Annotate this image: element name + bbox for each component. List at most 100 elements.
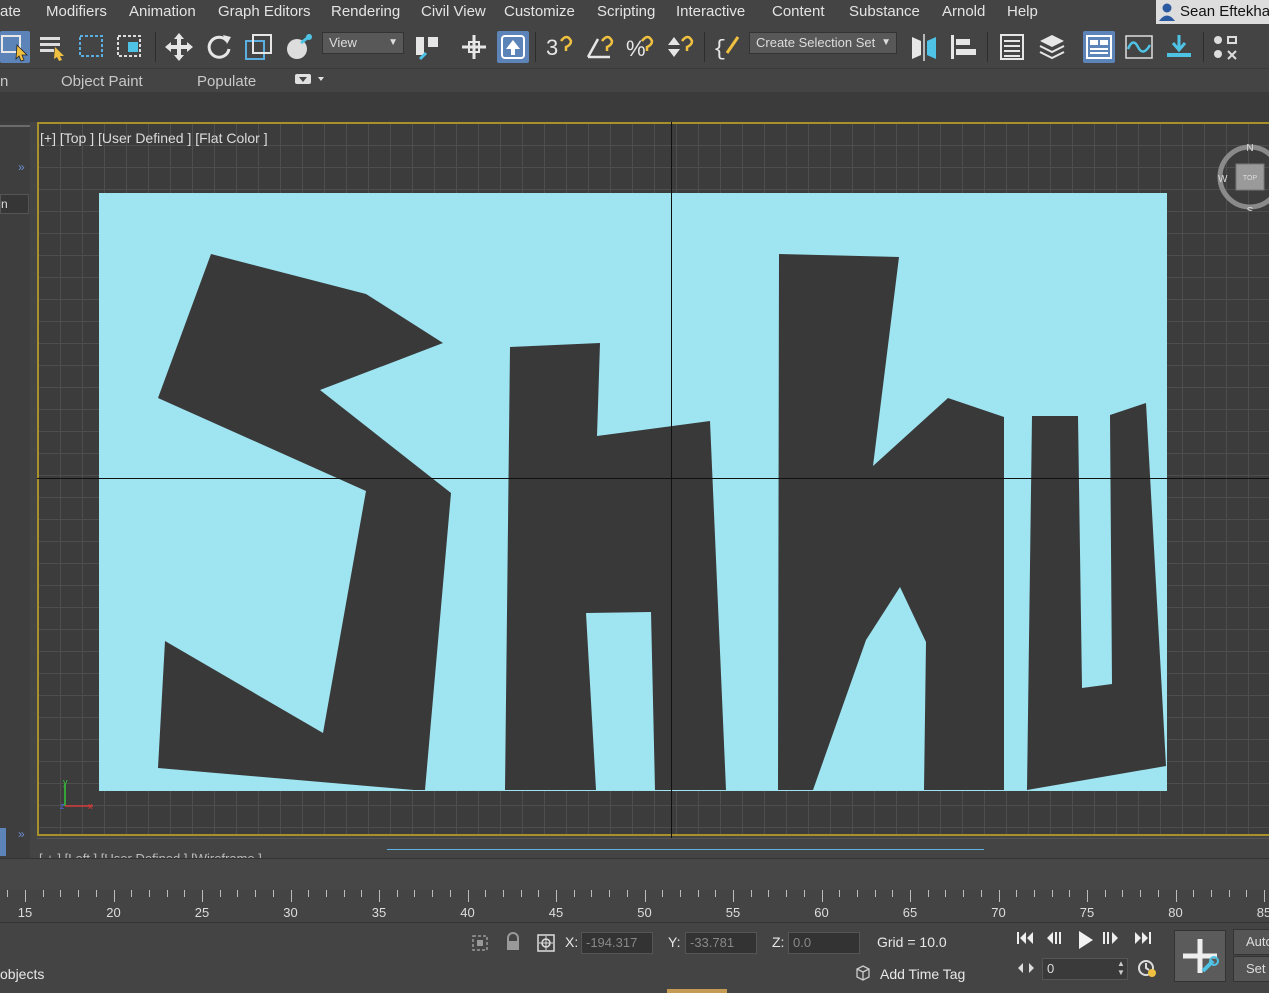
menu-item-scripting[interactable]: Scripting xyxy=(597,3,655,20)
curve-editor-button[interactable] xyxy=(1123,31,1155,63)
time-slider-bar[interactable] xyxy=(0,858,1269,890)
align-button[interactable] xyxy=(947,31,979,63)
user-icon xyxy=(1159,3,1175,21)
menu-item-graph-editors[interactable]: Graph Editors xyxy=(218,3,311,20)
timeline-tick xyxy=(980,890,982,897)
percent-snap-button[interactable]: % xyxy=(624,31,656,63)
menu-item-modifiers[interactable]: Modifiers xyxy=(46,3,107,20)
select-manipulate-button[interactable] xyxy=(283,31,315,63)
select-place-button[interactable] xyxy=(458,31,490,63)
layout-tab-active[interactable] xyxy=(0,828,6,856)
menu-item-content[interactable]: Content xyxy=(772,3,825,20)
rectangular-selection-button[interactable] xyxy=(76,31,108,63)
expand-layout-icon[interactable]: » xyxy=(18,827,25,841)
select-object-button[interactable] xyxy=(0,31,30,63)
absolute-mode-button[interactable] xyxy=(536,933,556,958)
timeline-tick xyxy=(1264,890,1265,902)
menu-item-customize[interactable]: Customize xyxy=(504,3,575,20)
tab-populate[interactable]: Populate xyxy=(197,73,256,90)
timeline-tick-label: 45 xyxy=(548,905,564,920)
go-to-end-button[interactable] xyxy=(1133,930,1153,951)
schematic-view-button[interactable] xyxy=(1163,31,1195,63)
reference-coordinate-dropdown[interactable]: View ▼ xyxy=(322,32,404,54)
isolate-selection-button[interactable] xyxy=(470,933,490,958)
toolbar-separator xyxy=(987,32,988,62)
timeline-tick xyxy=(379,890,380,902)
user-account[interactable]: Sean Eftekhar xyxy=(1156,0,1269,24)
tab-freeform[interactable]: n xyxy=(0,73,8,90)
menu-item-help[interactable]: Help xyxy=(1007,3,1038,20)
time-tag-button[interactable] xyxy=(855,965,871,986)
timeline-tick xyxy=(202,890,203,902)
snaps-toggle-button[interactable]: 3 xyxy=(543,31,575,63)
timeline-tick xyxy=(485,890,487,897)
select-by-name-button[interactable] xyxy=(37,31,69,63)
timeline-tick xyxy=(60,890,62,897)
named-selection-sets-value: Create Selection Set xyxy=(756,35,876,50)
play-button[interactable] xyxy=(1075,930,1095,955)
toolbar-separator xyxy=(535,32,536,62)
material-editor-button[interactable] xyxy=(1210,31,1242,63)
scene-explorer-fragment[interactable]: n xyxy=(0,194,29,214)
z-coordinate-field[interactable]: 0.0 xyxy=(788,932,860,954)
timeline-tick xyxy=(290,890,292,902)
angle-snap-icon xyxy=(586,35,614,59)
frame-spinner-icon[interactable]: ▲ ▼ xyxy=(1117,959,1125,977)
key-mode-toggle-button[interactable] xyxy=(1016,961,1036,980)
top-viewport[interactable] xyxy=(37,122,1269,836)
ribbon-tab-bar: n Object Paint Populate xyxy=(0,68,1269,92)
scale-icon xyxy=(245,34,272,60)
spinner-snap-button[interactable] xyxy=(664,31,696,63)
menu-item-civil-view[interactable]: Civil View xyxy=(421,3,486,20)
add-time-tag-label[interactable]: Add Time Tag xyxy=(880,966,965,982)
viewcube[interactable]: N S W TOP xyxy=(1216,143,1269,217)
move-button[interactable] xyxy=(163,31,195,63)
ribbon-options-button[interactable] xyxy=(295,72,327,90)
mirror-button[interactable] xyxy=(908,31,940,63)
track-bar[interactable]: 15 20 25 30 35 40 45 50 55 60 65 70 75 80 85 xyxy=(0,890,1269,922)
timeline-tick-label: 70 xyxy=(991,905,1006,920)
scene-explorer-button[interactable] xyxy=(996,31,1028,63)
expand-panel-icon[interactable]: » xyxy=(18,160,25,174)
rectangular-selection-icon xyxy=(79,35,103,57)
selection-lock-button[interactable] xyxy=(504,932,522,957)
tab-object-paint[interactable]: Object Paint xyxy=(61,73,143,90)
y-coordinate-field[interactable]: -33.781 xyxy=(685,932,757,954)
previous-frame-icon xyxy=(1047,932,1061,944)
previous-frame-button[interactable] xyxy=(1044,930,1068,951)
layer-explorer-button[interactable] xyxy=(1036,31,1068,63)
viewport-label-menu[interactable]: [+] [Top ] [User Defined ] [Flat Color ] xyxy=(40,130,268,146)
menu-item-substance[interactable]: Substance xyxy=(849,3,920,20)
left-viewport-collapsed[interactable]: [ + ] [Left ] [User Defined ] [Wireframe… xyxy=(37,838,1269,866)
use-pivot-button[interactable] xyxy=(412,31,444,63)
go-to-start-button[interactable] xyxy=(1015,930,1035,951)
scale-button[interactable] xyxy=(243,31,275,63)
timeline-tick xyxy=(432,890,434,897)
edit-named-selection-button[interactable]: { xyxy=(711,31,743,63)
time-configuration-button[interactable] xyxy=(1137,958,1157,983)
menu-item-interactive[interactable]: Interactive xyxy=(676,3,745,20)
toggle-ribbon-button[interactable] xyxy=(1083,31,1115,63)
current-frame-field[interactable]: 0 xyxy=(1042,958,1128,980)
set-key-mode-button[interactable]: Set K xyxy=(1233,956,1269,982)
rotate-button[interactable] xyxy=(203,31,235,63)
timeline-tick-label: 25 xyxy=(194,905,210,920)
angle-snap-button[interactable] xyxy=(584,31,616,63)
menu-item-rendering[interactable]: Rendering xyxy=(331,3,400,20)
reference-coordinate-value: View xyxy=(329,35,357,50)
auto-key-button[interactable]: Auto xyxy=(1233,929,1269,955)
named-selection-sets-dropdown[interactable]: Create Selection Set ▼ xyxy=(749,32,897,54)
viewport-resize-bar[interactable] xyxy=(387,849,984,850)
timeline-tick xyxy=(839,890,841,897)
x-coordinate-field[interactable]: -194.317 xyxy=(581,932,653,954)
window-crossing-icon xyxy=(117,35,141,57)
window-crossing-button[interactable] xyxy=(114,31,146,63)
menu-item-arnold[interactable]: Arnold xyxy=(942,3,985,20)
menu-item-create[interactable]: ate xyxy=(0,3,21,20)
menu-item-animation[interactable]: Animation xyxy=(129,3,196,20)
timeline-tick xyxy=(573,890,575,897)
set-key-button[interactable] xyxy=(1174,930,1226,982)
keyboard-shortcut-override-button[interactable] xyxy=(497,31,529,63)
next-frame-button[interactable] xyxy=(1100,930,1124,951)
timeline-tick xyxy=(750,890,752,897)
